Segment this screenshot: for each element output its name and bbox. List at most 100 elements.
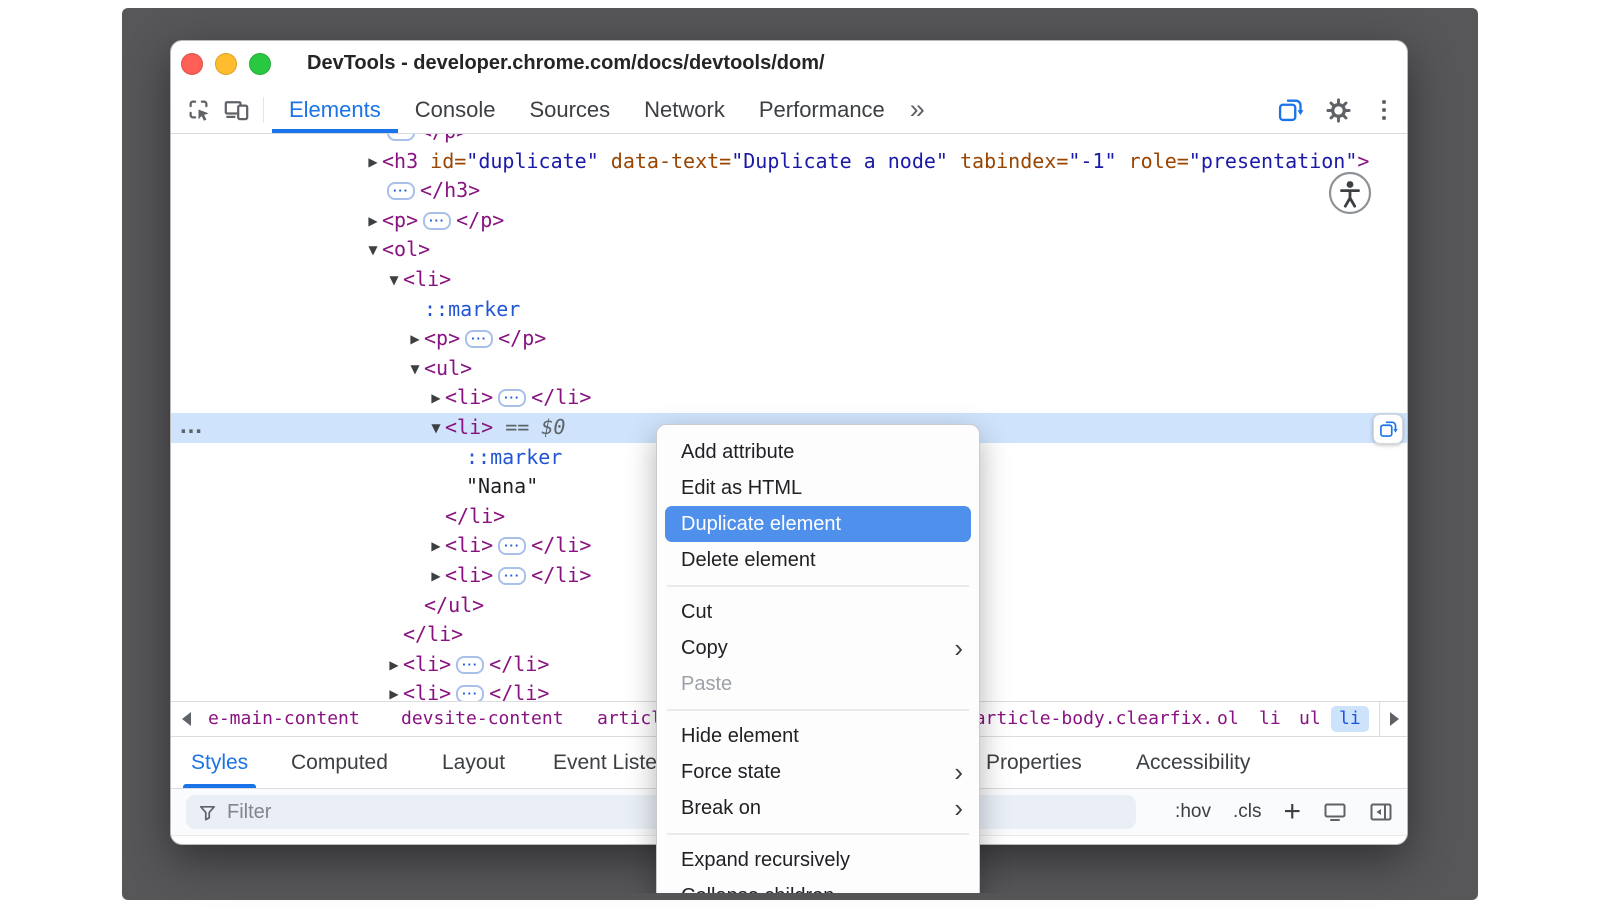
styles-tab-layout[interactable]: Layout — [442, 737, 505, 788]
backdrop: DevTools - developer.chrome.com/docs/dev… — [122, 8, 1478, 900]
dom-token-tag: <li> — [403, 267, 451, 291]
dom-token-val: "Duplicate a node" — [731, 149, 948, 173]
tree-collapsed-arrow-icon[interactable]: ▶ — [364, 207, 382, 237]
collapsed-content-icon[interactable]: ··· — [498, 567, 526, 585]
dom-token-text: "Nana" — [466, 474, 538, 498]
menu-item-hide-element[interactable]: Hide element — [657, 718, 979, 754]
element-classes-button[interactable]: .cls — [1233, 801, 1262, 823]
settings-gear-icon[interactable] — [1326, 98, 1351, 123]
menu-item-copy[interactable]: Copy› — [657, 630, 979, 666]
tab-elements[interactable]: Elements — [272, 86, 398, 133]
dom-tree-row[interactable]: ▶<h3 id="duplicate" data-text="Duplicate… — [171, 147, 1407, 177]
collapsed-content-icon[interactable]: ··· — [465, 330, 493, 348]
collapsed-content-icon[interactable]: ··· — [387, 182, 415, 200]
menu-item-duplicate-element[interactable]: Duplicate element — [665, 506, 971, 542]
breadcrumb-item-e-main-content[interactable]: e-main-content — [208, 702, 360, 736]
dom-token-tag: <li> — [403, 652, 451, 676]
dom-tree-row[interactable]: ▶<p>···</p> — [171, 324, 1407, 354]
screencast-icon[interactable] — [1323, 800, 1347, 824]
tree-collapsed-arrow-icon[interactable]: ▶ — [385, 651, 403, 681]
menu-item-delete-element[interactable]: Delete element — [657, 542, 979, 578]
tree-collapsed-arrow-icon[interactable]: ▶ — [406, 325, 424, 355]
breadcrumb-item-devsite-content[interactable]: devsite-content — [401, 702, 564, 736]
submenu-chevron-icon: › — [954, 638, 963, 658]
collapsed-content-icon[interactable]: ··· — [498, 389, 526, 407]
dom-token-tag: <ol> — [382, 237, 430, 261]
breadcrumb-item-ol[interactable]: ol — [1217, 702, 1239, 736]
tab-console[interactable]: Console — [398, 86, 513, 133]
styles-tab-computed[interactable]: Computed — [291, 737, 388, 788]
menu-item-cut[interactable]: Cut — [657, 594, 979, 630]
dom-token-tag: <li> — [403, 681, 451, 701]
collapsed-content-icon[interactable]: ··· — [498, 537, 526, 555]
tree-expanded-arrow-icon[interactable]: ▼ — [385, 266, 403, 296]
more-tabs-icon[interactable]: » — [910, 94, 923, 125]
tree-collapsed-arrow-icon[interactable]: ▶ — [427, 384, 445, 414]
dom-token-pseudo: ::marker — [424, 297, 520, 321]
accessibility-icon[interactable] — [1328, 171, 1372, 215]
menu-item-expand-recursively[interactable]: Expand recursively — [657, 842, 979, 878]
menu-item-edit-as-html[interactable]: Edit as HTML — [657, 470, 979, 506]
toggle-sidebar-icon[interactable] — [1369, 800, 1393, 824]
collapsed-content-icon[interactable]: ··· — [387, 134, 415, 141]
breadcrumb-item-ul[interactable]: ul — [1299, 702, 1321, 736]
tree-collapsed-arrow-icon[interactable]: ▶ — [427, 532, 445, 562]
tab-network[interactable]: Network — [627, 86, 742, 133]
breadcrumb-item-li[interactable]: li — [1259, 702, 1281, 736]
breadcrumb-item-li[interactable]: li — [1331, 706, 1369, 732]
menu-item-label: Delete element — [681, 549, 816, 572]
styles-tab-styles[interactable]: Styles — [191, 737, 248, 788]
more-options-icon[interactable] — [1373, 100, 1395, 121]
dom-tree-row[interactable]: ···</h3> — [171, 176, 1407, 206]
dom-token-tag: <ul> — [424, 356, 472, 380]
tree-collapsed-arrow-icon[interactable]: ▶ — [427, 562, 445, 592]
menu-item-add-attribute[interactable]: Add attribute — [657, 434, 979, 470]
menu-item-break-on[interactable]: Break on › — [657, 790, 979, 826]
collapsed-content-icon[interactable]: ··· — [456, 685, 484, 701]
dom-token-tag: <li> — [445, 415, 493, 439]
collapsed-content-icon[interactable]: ··· — [456, 656, 484, 674]
device-toolbar-icon[interactable] — [217, 86, 255, 133]
new-style-rule-icon[interactable]: + — [1283, 802, 1301, 822]
tree-expanded-arrow-icon[interactable]: ▼ — [364, 236, 382, 266]
dom-tree-row[interactable]: ▶<p>···</p> — [171, 206, 1407, 236]
dom-tree-row[interactable]: ▼<li> — [171, 265, 1407, 295]
tree-expanded-arrow-icon[interactable]: ▼ — [427, 414, 445, 444]
dom-tree-row[interactable]: ▼<ul> — [171, 354, 1407, 384]
row-more-actions-icon[interactable]: … — [179, 413, 203, 443]
dom-token-val: "presentation" — [1189, 149, 1358, 173]
zoom-window-button[interactable] — [249, 53, 271, 75]
collapsed-content-icon[interactable]: ··· — [423, 212, 451, 230]
dom-token-pseudo: ::marker — [466, 445, 562, 469]
toggle-element-state-button[interactable]: :hov — [1175, 801, 1211, 823]
duplicate-node-icon[interactable] — [1276, 96, 1304, 124]
breadcrumb-scroll-right-button[interactable] — [1379, 702, 1407, 736]
menu-item-label: Break on — [681, 797, 761, 820]
dom-token-tag: <li> — [445, 385, 493, 409]
dom-token-tag: <p> — [382, 208, 418, 232]
menu-item-paste: Paste — [657, 666, 979, 702]
dom-token-tag: </p> — [420, 134, 468, 143]
dom-token-tag: </li> — [489, 652, 549, 676]
dom-tree-row[interactable]: ▼<ol> — [171, 235, 1407, 265]
tree-collapsed-arrow-icon[interactable]: ▶ — [364, 148, 382, 178]
tab-sources[interactable]: Sources — [512, 86, 627, 133]
menu-item-label: Collapse children — [681, 885, 834, 894]
tree-collapsed-arrow-icon[interactable]: ▶ — [385, 680, 403, 701]
inspect-element-icon[interactable] — [179, 86, 217, 133]
menu-item-label: Hide element — [681, 725, 799, 748]
tab-performance[interactable]: Performance — [742, 86, 902, 133]
dom-tree-row[interactable]: ··· </p> — [171, 134, 1407, 147]
minimize-window-button[interactable] — [215, 53, 237, 75]
submenu-chevron-icon: › — [954, 798, 963, 818]
menu-item-collapse-children[interactable]: Collapse children — [657, 878, 979, 893]
duplicate-element-float-button[interactable] — [1373, 414, 1403, 444]
close-window-button[interactable] — [181, 53, 203, 75]
tree-expanded-arrow-icon[interactable]: ▼ — [406, 355, 424, 385]
menu-item-force-state[interactable]: Force state› — [657, 754, 979, 790]
styles-tab-accessibility[interactable]: Accessibility — [1136, 737, 1250, 788]
menu-divider — [667, 585, 969, 587]
devtools-toolbar: ElementsConsoleSourcesNetworkPerformance… — [171, 86, 1407, 134]
dom-tree-row[interactable]: ::marker — [171, 295, 1407, 325]
dom-token-tag: </ul> — [424, 593, 484, 617]
